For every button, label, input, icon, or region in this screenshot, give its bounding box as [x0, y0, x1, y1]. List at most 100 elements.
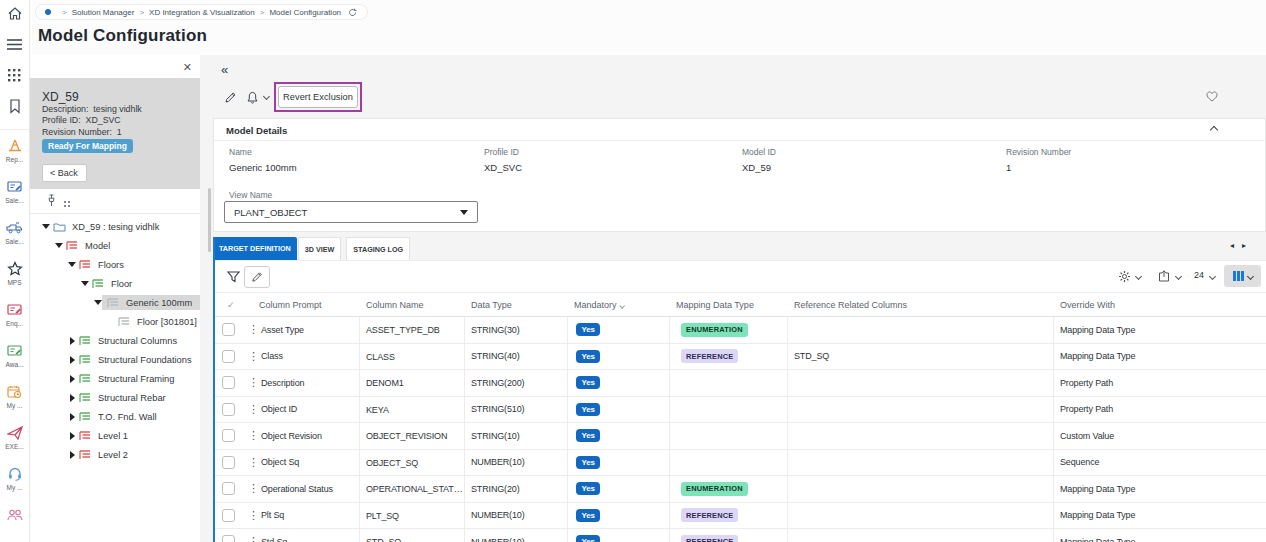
apps-icon[interactable] [6, 67, 23, 84]
tree-item[interactable]: Structural Framing [30, 369, 200, 388]
row-menu-icon[interactable]: ⋮ [248, 376, 256, 389]
tree-item[interactable]: Level 2 [30, 445, 200, 464]
row-checkbox[interactable] [222, 429, 235, 442]
expander-icon[interactable] [68, 451, 76, 459]
tree-item[interactable]: XD_59 : tesing vidhlk [30, 217, 200, 236]
chevron-down-icon[interactable] [1209, 273, 1216, 280]
rail-item-form-red[interactable]: Enq... [0, 301, 29, 327]
rail-item-form-green[interactable]: Awa... [0, 342, 29, 368]
tab-3d-view[interactable]: 3D VIEW [298, 237, 342, 260]
pagination-arrows[interactable]: ◂▸ [1230, 241, 1254, 250]
select-all-check[interactable]: ✓ [213, 300, 253, 310]
tree-item[interactable]: Floor [301801] [30, 312, 200, 331]
grid-icon[interactable] [63, 196, 73, 214]
expander-icon[interactable] [68, 356, 76, 364]
collapse-section-icon[interactable] [1210, 126, 1218, 134]
row-checkbox[interactable] [222, 535, 235, 542]
tree-item[interactable]: Level 1 [30, 426, 200, 445]
sidebar-scrollbar[interactable] [208, 188, 211, 252]
row-menu-icon[interactable]: ⋮ [248, 456, 256, 469]
row-checkbox[interactable] [222, 376, 235, 389]
row-checkbox[interactable] [222, 456, 235, 469]
export-icon[interactable] [1158, 270, 1170, 282]
favorite-icon[interactable] [1206, 88, 1218, 106]
bookmark-icon[interactable] [6, 98, 23, 115]
model-details-header[interactable]: Model Details [214, 119, 1265, 141]
columns-button[interactable] [1224, 265, 1261, 287]
tree-item[interactable]: Generic 100mm [30, 293, 200, 312]
settings-gear-icon[interactable] [1118, 270, 1131, 283]
chevron-down-icon[interactable] [263, 93, 270, 100]
row-menu-icon[interactable]: ⋮ [248, 403, 256, 416]
tab-staging-log[interactable]: STAGING LOG [346, 237, 410, 260]
row-checkbox[interactable] [222, 350, 235, 363]
tree-item[interactable]: Floors [30, 255, 200, 274]
col-header-mandatory[interactable]: Mandatory [568, 300, 670, 310]
tree-item[interactable]: T.O. Fnd. Wall [30, 407, 200, 426]
rail-item-cone[interactable]: Rep... [0, 137, 29, 163]
menu-icon[interactable] [6, 36, 23, 53]
breadcrumb-item[interactable]: XD Integration & Visualization [149, 8, 255, 17]
view-name-select[interactable]: PLANT_OBJECT [224, 201, 478, 223]
expander-icon[interactable] [68, 262, 76, 267]
expander-icon[interactable] [68, 394, 76, 402]
tree-item[interactable]: Structural Columns [30, 331, 200, 350]
chevron-down-icon[interactable] [1175, 273, 1182, 280]
row-menu-icon[interactable]: ⋮ [248, 509, 256, 522]
headset-icon [6, 465, 23, 482]
rail-item-people[interactable] [0, 506, 29, 523]
row-checkbox[interactable] [222, 509, 235, 522]
expander-icon[interactable] [68, 375, 76, 383]
tree-item[interactable]: Structural Rebar [30, 388, 200, 407]
rail-item-headset[interactable]: My ... [0, 465, 29, 491]
expander-icon[interactable] [68, 337, 76, 345]
edit-icon[interactable] [224, 90, 237, 108]
breadcrumb-item[interactable]: Solution Manager [72, 8, 135, 17]
tree-item[interactable]: Structural Foundations [30, 350, 200, 369]
close-icon[interactable]: ✕ [183, 61, 192, 74]
home-icon[interactable] [6, 5, 23, 22]
col-header-prompt[interactable]: Column Prompt [253, 300, 360, 310]
col-header-type[interactable]: Data Type [465, 300, 568, 310]
revert-exclusion-button[interactable]: Revert Exclusion [278, 86, 358, 108]
col-header-override[interactable]: Override With [1054, 300, 1266, 310]
bell-icon[interactable] [246, 90, 259, 108]
expander-icon[interactable] [81, 281, 89, 286]
chevron-down-icon[interactable] [1135, 273, 1142, 280]
col-header-name[interactable]: Column Name [360, 300, 465, 310]
cell-mandatory: Yes [568, 529, 670, 542]
row-checkbox[interactable] [222, 323, 235, 336]
expander-icon[interactable] [42, 224, 50, 229]
back-button[interactable]: < Back [42, 164, 87, 182]
pin-icon[interactable] [46, 194, 57, 212]
expander-icon[interactable] [94, 300, 102, 305]
row-menu-icon[interactable]: ⋮ [248, 429, 256, 442]
rail-item-plane[interactable]: EXE... [0, 424, 29, 450]
table-edit-button[interactable] [244, 266, 270, 288]
page-size-value[interactable]: 24 [1194, 270, 1204, 280]
breadcrumb-item[interactable]: Model Configuration [269, 8, 341, 17]
row-menu-icon[interactable]: ⋮ [248, 535, 256, 542]
row-menu-icon[interactable]: ⋮ [248, 323, 256, 336]
refresh-icon[interactable] [348, 3, 357, 21]
rail-item-truck[interactable]: Sale... [0, 219, 29, 245]
expander-icon[interactable] [68, 432, 76, 440]
tab-target-definition[interactable]: TARGET DEFINITION [213, 237, 297, 260]
row-checkbox[interactable] [222, 482, 235, 495]
tree-item[interactable]: Model [30, 236, 200, 255]
rail-item-form-blue[interactable]: Sale... [0, 178, 29, 204]
row-menu-icon[interactable]: ⋮ [248, 350, 256, 363]
row-menu-icon[interactable]: ⋮ [248, 482, 256, 495]
expander-icon[interactable] [68, 413, 76, 421]
expander-icon[interactable] [55, 243, 63, 248]
tree-item[interactable]: Floor [30, 274, 200, 293]
breadcrumb[interactable]: >Solution Manager>XD Integration & Visua… [35, 4, 368, 20]
filter-icon[interactable] [227, 269, 240, 287]
col-header-mapping[interactable]: Mapping Data Type [670, 300, 788, 310]
col-header-ref[interactable]: Reference Related Columns [788, 300, 1054, 310]
cell-mapping: ENUMERATION [670, 317, 788, 343]
row-checkbox[interactable] [222, 403, 235, 416]
collapse-panel-icon[interactable]: « [221, 62, 228, 77]
rail-item-calendar[interactable]: My ... [0, 383, 29, 409]
rail-item-star[interactable]: MPS [0, 260, 29, 286]
